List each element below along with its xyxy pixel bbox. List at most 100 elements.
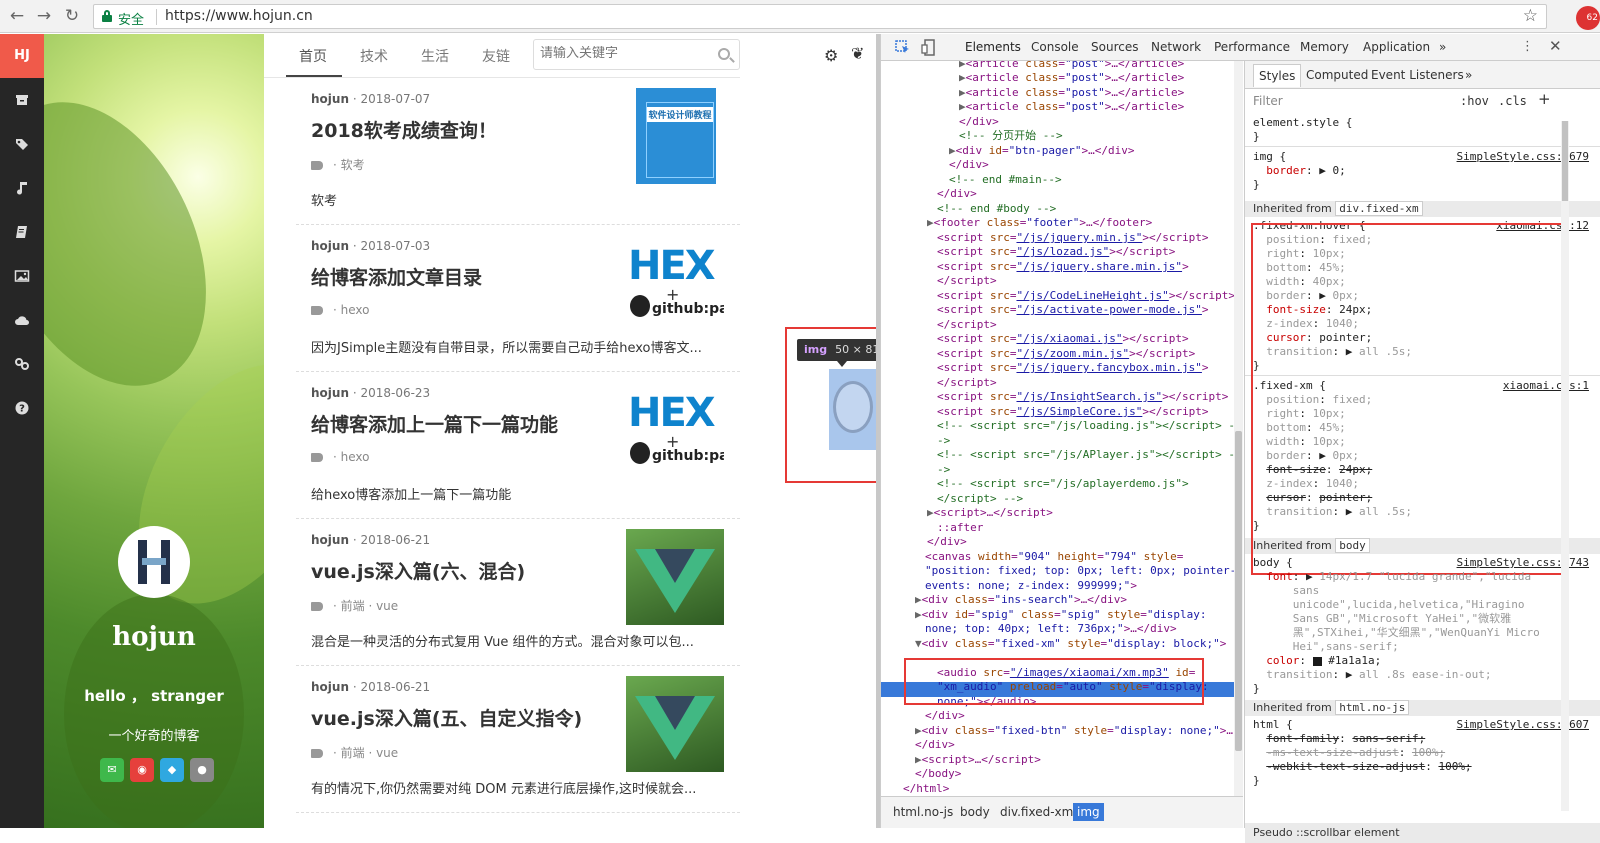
highlight-box xyxy=(904,658,1204,705)
post-excerpt: 给hexo博客添加上一篇下一篇功能 xyxy=(311,488,512,503)
kebab-menu-icon[interactable]: ⋮ xyxy=(1521,39,1534,54)
nav-links[interactable]: 友链 xyxy=(482,46,510,66)
rule-source-link[interactable]: SimpleStyle.css:2679 xyxy=(1457,150,1589,163)
rule-source-link[interactable]: SimpleStyle.css:2607 xyxy=(1457,718,1589,731)
greeting: hello ， stranger xyxy=(84,687,224,705)
hover-state-toggle[interactable]: :hov xyxy=(1460,94,1489,108)
dom-breadcrumbs: html.no-js body div.fixed-xm img xyxy=(881,796,1243,828)
post-thumbnail[interactable]: HEX+github:pag xyxy=(626,235,724,331)
tag-icon xyxy=(311,161,323,170)
breadcrumb-fixed-xm[interactable]: div.fixed-xm xyxy=(1000,805,1073,819)
lock-icon xyxy=(102,10,112,22)
close-icon[interactable]: ✕ xyxy=(1549,37,1562,55)
post-excerpt: 因为JSimple主题没有自带目录，所以需要自己动手给hexo博客文... xyxy=(311,341,702,356)
tags-icon[interactable] xyxy=(12,134,32,154)
tab-sources[interactable]: Sources xyxy=(1091,40,1138,54)
post-tags: · 前端 · vue xyxy=(311,597,398,614)
post-meta: hojun · 2018-07-03 xyxy=(311,239,431,253)
breadcrumb-body[interactable]: body xyxy=(960,805,990,819)
browser-toolbar: ← → ↻ 安全 https://www.hojun.cn ☆ 62 xyxy=(0,0,1600,33)
weibo-icon[interactable]: ◉ xyxy=(130,758,154,782)
music-icon[interactable] xyxy=(12,178,32,198)
back-icon[interactable]: ← xyxy=(6,5,28,27)
wechat-share-icon[interactable]: ❦ xyxy=(851,44,864,63)
tab-elements[interactable]: Elements xyxy=(965,40,1021,54)
post-thumbnail[interactable] xyxy=(626,676,724,772)
nav-home[interactable]: 首页 xyxy=(299,46,327,66)
post-meta: hojun · 2018-06-21 xyxy=(311,533,431,547)
url-text[interactable]: https://www.hojun.cn xyxy=(165,8,313,24)
tab-computed[interactable]: Computed xyxy=(1306,68,1368,82)
post-card[interactable]: hojun · 2018-06-21 vue.js深入篇(六、混合) · 前端 … xyxy=(296,519,740,666)
post-thumbnail[interactable] xyxy=(626,529,724,625)
breadcrumb-html[interactable]: html.no-js xyxy=(893,805,953,819)
more-tabs-button[interactable]: » xyxy=(1439,40,1446,54)
class-toggle[interactable]: .cls xyxy=(1498,94,1527,108)
post-title[interactable]: vue.js深入篇(五、自定义指令) xyxy=(311,704,611,731)
tab-console[interactable]: Console xyxy=(1031,40,1079,54)
social-links: ✉ ◉ ◆ ● xyxy=(100,758,220,782)
help-icon[interactable]: ? xyxy=(12,398,32,418)
tag-icon xyxy=(311,306,323,315)
gear-icon[interactable]: ⚙ xyxy=(824,46,838,65)
post-title[interactable]: vue.js深入篇(六、混合) xyxy=(311,557,611,584)
inherited-header: Inherited from div.fixed-xm xyxy=(1245,201,1600,217)
tab-memory[interactable]: Memory xyxy=(1300,40,1349,54)
secure-label: 安全 xyxy=(118,13,145,28)
tab-event-listeners[interactable]: Event Listeners xyxy=(1371,68,1464,82)
tab-network[interactable]: Network xyxy=(1151,40,1201,54)
styles-scrollbar[interactable] xyxy=(1561,121,1569,811)
forward-icon[interactable]: → xyxy=(33,5,55,27)
styles-more-button[interactable]: » xyxy=(1465,68,1472,82)
post-title[interactable]: 2018软考成绩查询！ xyxy=(311,116,611,143)
link-icon[interactable] xyxy=(12,354,32,374)
nav-life[interactable]: 生活 xyxy=(421,46,449,66)
post-card[interactable]: hojun · 2018-06-21 vue.js深入篇(五、自定义指令) · … xyxy=(296,666,740,813)
tab-performance[interactable]: Performance xyxy=(1214,40,1290,54)
xiaomai-image[interactable] xyxy=(829,369,877,450)
bookmark-star-icon[interactable]: ☆ xyxy=(1523,6,1538,26)
post-card[interactable]: hojun · 2018-06-23 给博客添加上一篇下一篇功能 · hexo … xyxy=(296,372,740,519)
search-icon[interactable] xyxy=(718,48,730,60)
elements-scrollbar[interactable] xyxy=(1234,61,1243,801)
post-meta: hojun · 2018-07-07 xyxy=(311,92,431,106)
github-icon[interactable]: ● xyxy=(190,758,214,782)
qq-icon[interactable]: ◆ xyxy=(160,758,184,782)
image-icon[interactable] xyxy=(12,266,32,286)
dom-tree[interactable]: ▶<article class="post">…</article> ▶<art… xyxy=(881,61,1236,828)
breadcrumb-img[interactable]: img xyxy=(1073,803,1104,821)
avatar[interactable] xyxy=(118,526,190,598)
add-rule-icon[interactable]: + xyxy=(1538,90,1551,108)
cloud-icon[interactable] xyxy=(12,310,32,330)
book-icon[interactable] xyxy=(12,222,32,242)
post-card[interactable]: hojun · 2018-07-03 给博客添加文章目录 · hexo 因为JS… xyxy=(296,225,740,372)
nav-tech[interactable]: 技术 xyxy=(360,46,388,66)
archive-icon[interactable] xyxy=(12,90,32,110)
tab-application[interactable]: Application xyxy=(1363,40,1430,54)
address-bar[interactable]: 安全 https://www.hojun.cn ☆ xyxy=(93,4,1547,29)
divider xyxy=(156,9,157,25)
devtools-panel: Elements Console Sources Network Perform… xyxy=(880,34,1600,843)
post-thumbnail[interactable]: 软件设计师教程 xyxy=(636,88,716,184)
post-title[interactable]: 给博客添加上一篇下一篇功能 xyxy=(311,410,611,437)
styles-filter-input[interactable]: Filter xyxy=(1253,94,1283,108)
device-toolbar-icon[interactable] xyxy=(921,39,937,56)
tagline: 一个好奇的博客 xyxy=(108,729,200,744)
svg-text:?: ? xyxy=(19,404,25,415)
tab-styles[interactable]: Styles xyxy=(1253,64,1302,87)
extension-badge[interactable]: 62 xyxy=(1576,6,1600,30)
wechat-icon[interactable]: ✉ xyxy=(100,758,124,782)
rule-source-link[interactable]: SimpleStyle.css:2743 xyxy=(1457,556,1589,569)
search-box[interactable] xyxy=(533,39,740,70)
inherited-header: Inherited from html.no-js xyxy=(1245,700,1600,716)
pseudo-element-header: Pseudo ::scrollbar element xyxy=(1245,823,1600,843)
post-tags: · hexo xyxy=(311,303,369,317)
post-card[interactable]: hojun · 2018-07-07 2018软考成绩查询！ · 软考 软考 软… xyxy=(296,78,740,225)
inspect-icon[interactable] xyxy=(895,40,911,56)
site-logo-button[interactable]: HJ xyxy=(0,34,44,78)
reload-icon[interactable]: ↻ xyxy=(61,5,83,27)
top-nav: 首页 技术 生活 友链 xyxy=(264,34,740,78)
post-thumbnail[interactable]: HEX+github:pag xyxy=(626,382,724,478)
post-title[interactable]: 给博客添加文章目录 xyxy=(311,263,611,290)
search-input[interactable] xyxy=(540,46,710,61)
